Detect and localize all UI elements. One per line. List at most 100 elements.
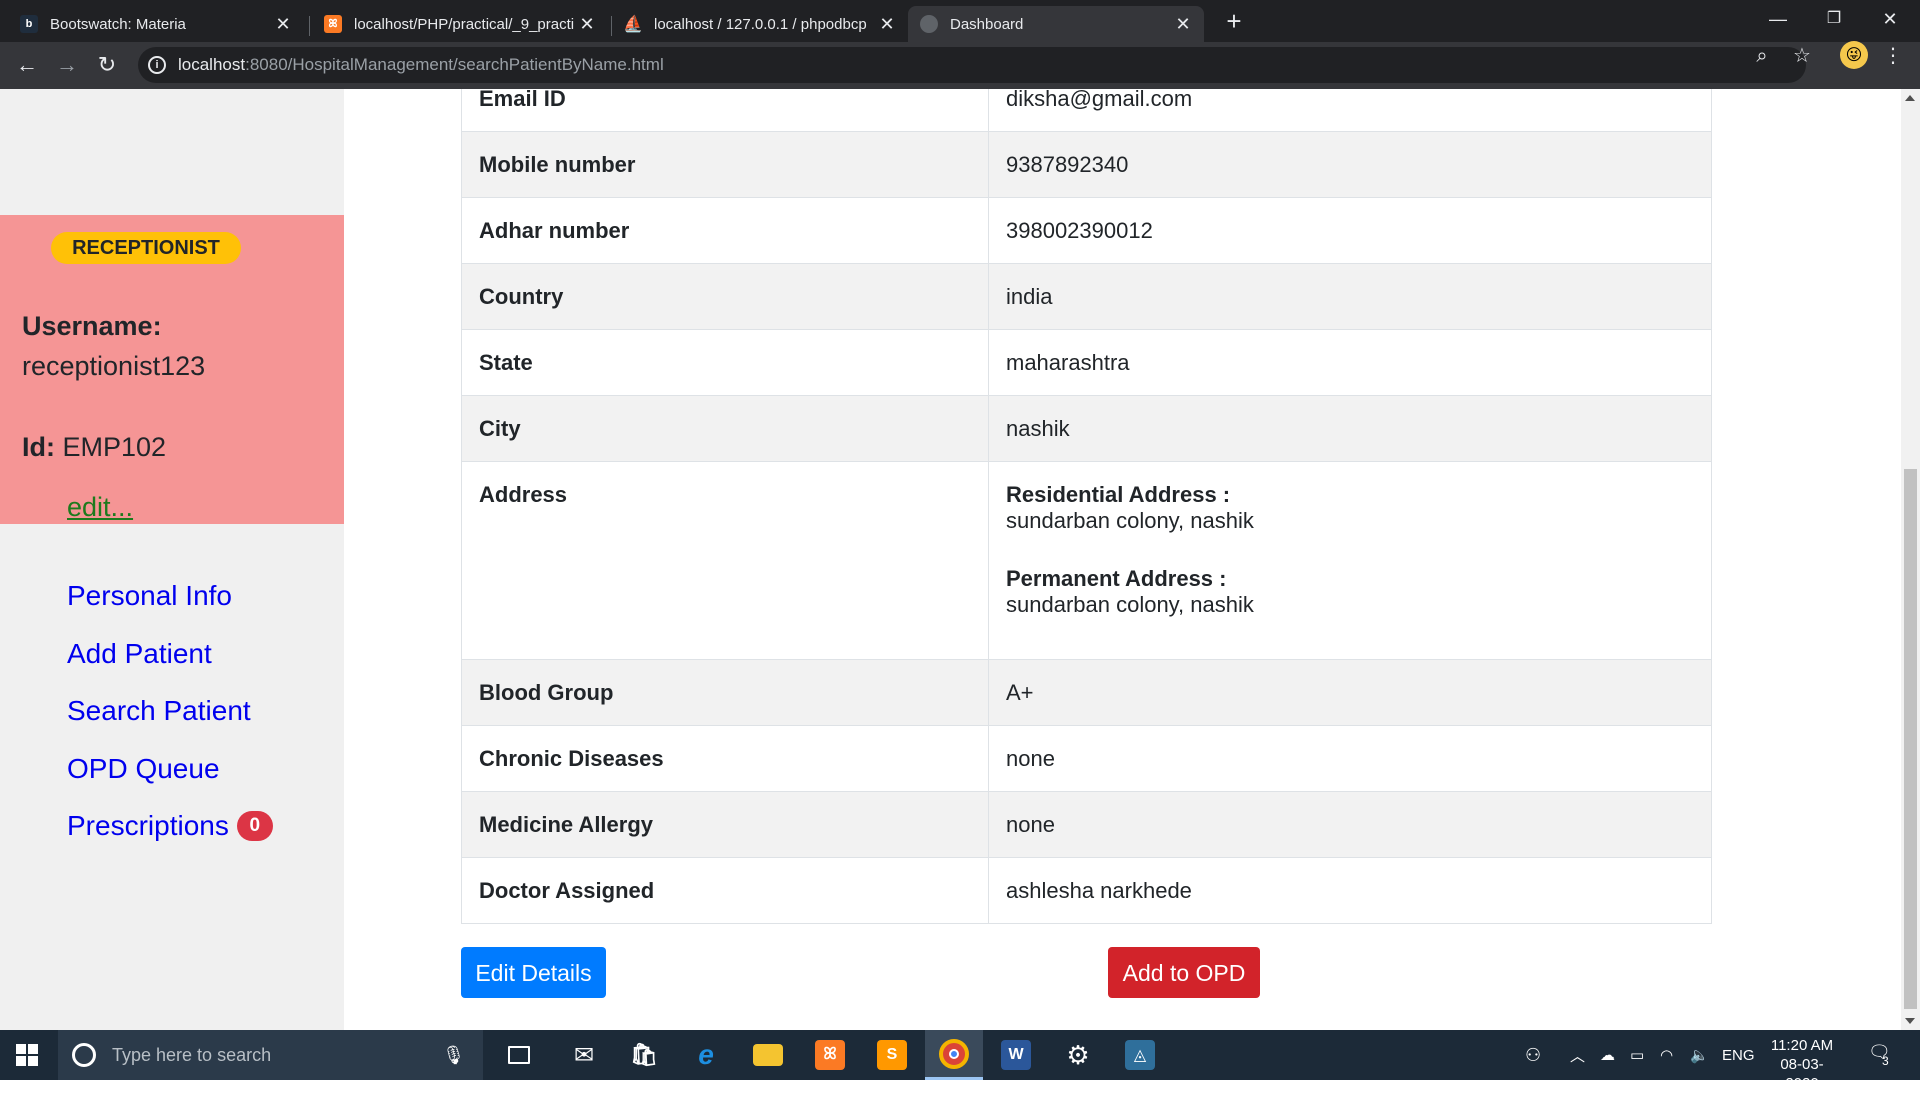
page-scrollbar[interactable] (1901, 89, 1920, 1030)
address-value: Residential Address : sundarban colony, … (988, 461, 1712, 660)
mail-app-icon[interactable]: ✉ (555, 1030, 613, 1080)
sublime-text-icon[interactable]: S (863, 1030, 921, 1080)
xampp-app-icon[interactable]: ꕤ (801, 1030, 859, 1080)
tab-localhost-php[interactable]: ꕤ localhost/PHP/practical/_9_practi ✕ (312, 6, 608, 42)
clock-date: 08-03-2020 (1780, 1056, 1824, 1092)
onedrive-icon[interactable]: ☁ (1600, 1030, 1615, 1080)
nav-opd-queue[interactable]: OPD Queue (67, 753, 220, 785)
bootswatch-icon: b (20, 15, 38, 33)
close-icon[interactable]: ✕ (578, 14, 596, 35)
field-label: Mobile number (461, 131, 989, 198)
tab-bootswatch[interactable]: b Bootswatch: Materia ✕ (8, 6, 304, 42)
wifi-icon[interactable]: ◠ (1660, 1030, 1673, 1080)
cortana-icon[interactable] (72, 1043, 96, 1067)
edit-profile-link[interactable]: edit... (67, 492, 133, 523)
info-icon[interactable]: i (148, 56, 166, 74)
id-label: Id: (22, 432, 55, 462)
restore-icon[interactable]: ❐ (1806, 0, 1862, 42)
taskbar-search-box[interactable]: Type here to search 🎙 (58, 1030, 483, 1080)
field-label: Medicine Allergy (461, 791, 989, 858)
file-explorer-icon[interactable] (739, 1030, 797, 1080)
close-icon[interactable]: ✕ (878, 14, 896, 35)
username-label: Username: (22, 311, 162, 341)
field-value: 398002390012 (988, 197, 1712, 264)
back-icon[interactable]: ← (12, 50, 42, 80)
permanent-address-value: sundarban colony, nashik (1006, 592, 1254, 617)
table-row: Email ID diksha@gmail.com (461, 89, 1712, 132)
system-clock[interactable]: 11:20 AM 08-03-2020 (1764, 1036, 1840, 1093)
nav-add-patient[interactable]: Add Patient (67, 638, 212, 670)
table-row: Country india (461, 263, 1712, 330)
battery-icon[interactable]: ▭ (1630, 1030, 1644, 1080)
nav-personal-info[interactable]: Personal Info (67, 580, 232, 612)
task-view-icon[interactable] (490, 1030, 548, 1080)
forward-icon[interactable]: → (52, 50, 82, 80)
people-icon[interactable]: ⚇ (1525, 1030, 1541, 1080)
menu-icon[interactable]: ⋮ (1880, 43, 1906, 69)
clock-time: 11:20 AM (1770, 1037, 1834, 1054)
browser-tab-strip: b Bootswatch: Materia ✕ ꕤ localhost/PHP/… (0, 0, 1920, 42)
field-value: diksha@gmail.com (988, 89, 1712, 132)
scroll-up-icon[interactable] (1905, 95, 1915, 101)
close-icon[interactable]: ✕ (1174, 14, 1192, 35)
field-value: 9387892340 (988, 131, 1712, 198)
store-app-icon[interactable]: 🛍 (615, 1030, 673, 1080)
field-label: Address (461, 461, 989, 660)
reload-icon[interactable]: ↻ (92, 50, 122, 80)
word-app-icon[interactable]: W (987, 1030, 1045, 1080)
settings-gear-icon[interactable]: ⚙ (1049, 1030, 1107, 1080)
field-label: Blood Group (461, 659, 989, 726)
prescriptions-count-badge: 0 (236, 811, 273, 841)
window-close-icon[interactable]: ✕ (1862, 0, 1918, 42)
field-value: maharashtra (988, 329, 1712, 396)
nav-label: Search Patient (67, 695, 251, 726)
scrollbar-thumb[interactable] (1904, 469, 1917, 1009)
table-row: State maharashtra (461, 329, 1712, 396)
volume-icon[interactable]: 🔈 (1690, 1030, 1709, 1080)
nav-search-patient[interactable]: Search Patient (67, 695, 251, 727)
close-icon[interactable]: ✕ (274, 14, 292, 35)
role-badge: RECEPTIONIST (51, 232, 241, 264)
add-to-opd-button[interactable]: Add to OPD (1108, 947, 1260, 998)
field-value: A+ (988, 659, 1712, 726)
search-placeholder: Type here to search (112, 1044, 272, 1065)
tab-title: localhost / 127.0.0.1 / phpodbcp (654, 15, 867, 33)
sidebar: RECEPTIONIST Username: receptionist123 I… (0, 89, 344, 1030)
tab-title: localhost/PHP/practical/_9_practi (354, 15, 575, 33)
mysql-workbench-icon[interactable]: ◬ (1111, 1030, 1169, 1080)
field-label: Email ID (461, 89, 989, 132)
address-bar[interactable]: i localhost:8080/HospitalManagement/sear… (138, 47, 1806, 83)
residential-address-value: sundarban colony, nashik (1006, 508, 1254, 533)
chrome-app-icon[interactable] (925, 1030, 983, 1080)
field-value: india (988, 263, 1712, 330)
action-center-icon[interactable]: 🗨 3 (1868, 1042, 1894, 1068)
table-row: Mobile number 9387892340 (461, 131, 1712, 198)
nav-label: Prescriptions (67, 810, 229, 841)
bookmark-star-icon[interactable]: ☆ (1789, 43, 1815, 69)
table-row: Adhar number 398002390012 (461, 197, 1712, 264)
url-path: :8080/HospitalManagement/searchPatientBy… (245, 55, 664, 74)
scroll-down-icon[interactable] (1905, 1018, 1915, 1024)
field-label: Chronic Diseases (461, 725, 989, 792)
windows-start-icon[interactable] (16, 1044, 38, 1066)
nav-prescriptions[interactable]: Prescriptions 0 (67, 810, 273, 842)
tab-dashboard[interactable]: Dashboard ✕ (908, 6, 1204, 42)
table-row: Blood Group A+ (461, 659, 1712, 726)
residential-address-label: Residential Address : (1006, 482, 1231, 507)
new-tab-button[interactable]: + (1218, 6, 1250, 38)
microphone-icon[interactable]: 🎙 (442, 1045, 465, 1066)
tray-chevron-icon[interactable]: ︿ (1570, 1030, 1585, 1080)
browser-toolbar: ← → ↻ i localhost:8080/HospitalManagemen… (0, 41, 1920, 89)
patient-details-table: Email ID diksha@gmail.com Mobile number 93… (461, 89, 1712, 924)
edge-browser-icon[interactable]: e (677, 1030, 735, 1080)
globe-icon (920, 15, 938, 33)
tab-phpmyadmin[interactable]: ⛵ localhost / 127.0.0.1 / phpodbcp ✕ (612, 6, 908, 42)
edit-details-button[interactable]: Edit Details (461, 947, 606, 998)
xampp-icon: ꕤ (324, 15, 342, 33)
tab-divider (309, 16, 310, 36)
table-row: City nashik (461, 395, 1712, 462)
zoom-icon[interactable]: ⌕ (1749, 43, 1775, 69)
profile-avatar[interactable]: 😜 (1840, 41, 1868, 69)
language-indicator[interactable]: ENG (1722, 1030, 1755, 1080)
minimize-icon[interactable]: — (1750, 0, 1806, 42)
